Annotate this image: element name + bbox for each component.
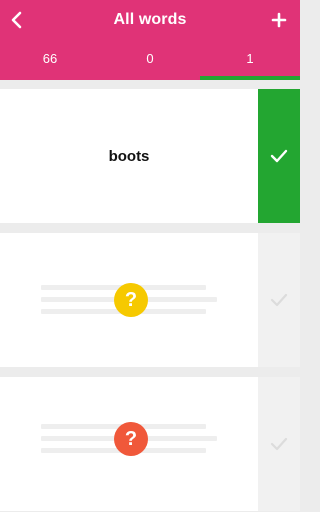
word-row: ?: [0, 377, 300, 511]
word-text: boots: [108, 148, 150, 165]
app-screen: All words 66 0 1 boots ? ?: [0, 0, 300, 512]
tab-label: 1: [246, 51, 254, 66]
tab-all-count[interactable]: 66: [0, 42, 100, 80]
active-tab-indicator: [200, 76, 300, 80]
app-header: All words 66 0 1: [0, 0, 300, 80]
word-card-hidden[interactable]: ?: [0, 377, 258, 511]
tab-bar: 66 0 1: [0, 42, 300, 80]
tab-label: 66: [42, 51, 58, 66]
plus-icon: [271, 12, 287, 28]
tab-unknown-count[interactable]: 0: [100, 42, 200, 80]
word-row: boots: [0, 89, 300, 223]
top-bar: All words: [0, 0, 300, 42]
mark-known-button[interactable]: [258, 89, 300, 223]
word-row: ?: [0, 233, 300, 367]
check-icon: [270, 437, 288, 451]
check-icon: [270, 293, 288, 307]
mark-known-button[interactable]: [258, 377, 300, 511]
tab-known-count[interactable]: 1: [200, 42, 300, 80]
word-card[interactable]: boots: [0, 89, 258, 223]
question-icon: ?: [114, 422, 148, 456]
check-icon: [270, 149, 288, 163]
page-title: All words: [113, 11, 187, 28]
word-card-hidden[interactable]: ?: [0, 233, 258, 367]
add-word-button[interactable]: [264, 5, 294, 35]
mark-known-button[interactable]: [258, 233, 300, 367]
tab-label: 0: [146, 51, 154, 66]
question-icon: ?: [114, 283, 148, 317]
